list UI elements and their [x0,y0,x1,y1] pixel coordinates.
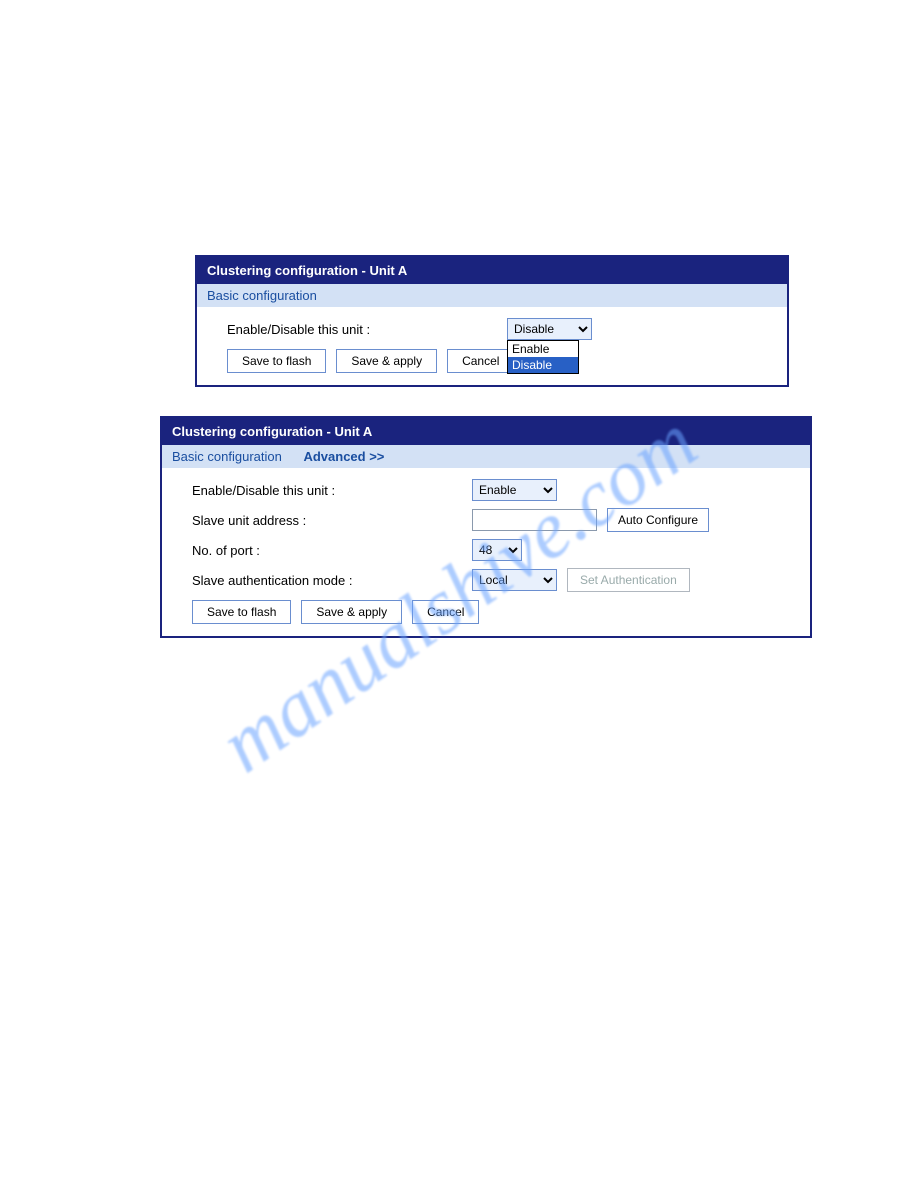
panel-title: Clustering configuration - Unit A [162,418,810,445]
cancel-button[interactable]: Cancel [412,600,479,624]
clustering-config-disabled-panel: Clustering configuration - Unit A Basic … [195,255,789,387]
enable-disable-label: Enable/Disable this unit : [192,483,472,498]
num-port-row: No. of port : 48 [192,538,790,562]
save-and-apply-button[interactable]: Save & apply [336,349,437,373]
dropdown-option-enable[interactable]: Enable [508,341,578,357]
clustering-config-enabled-panel: Clustering configuration - Unit A Basic … [160,416,812,638]
enable-disable-dropdown-list: Enable Disable [507,340,579,374]
save-to-flash-button[interactable]: Save to flash [227,349,326,373]
enable-disable-select[interactable]: Enable [472,479,557,501]
auth-mode-select[interactable]: Local [472,569,557,591]
auth-mode-label: Slave authentication mode : [192,573,472,588]
num-port-select[interactable]: 48 [472,539,522,561]
set-authentication-button: Set Authentication [567,568,690,592]
slave-address-label: Slave unit address : [192,513,472,528]
tab-advanced[interactable]: Advanced >> [303,449,384,464]
panel-title: Clustering configuration - Unit A [197,257,787,284]
cancel-button[interactable]: Cancel [447,349,514,373]
panel-body: Enable/Disable this unit : Disable Enabl… [197,307,787,385]
enable-disable-row: Enable/Disable this unit : Enable [192,478,790,502]
save-and-apply-button[interactable]: Save & apply [301,600,402,624]
subheader: Basic configuration [197,284,787,307]
auto-configure-button[interactable]: Auto Configure [607,508,709,532]
slave-address-row: Slave unit address : Auto Configure [192,508,790,532]
tab-basic[interactable]: Basic configuration [207,288,317,303]
panel-body: Enable/Disable this unit : Enable Slave … [162,468,810,636]
dropdown-option-disable[interactable]: Disable [508,357,578,373]
num-port-label: No. of port : [192,543,472,558]
save-to-flash-button[interactable]: Save to flash [192,600,291,624]
button-row: Save to flash Save & apply Cancel [192,600,790,624]
enable-disable-row: Enable/Disable this unit : Disable Enabl… [227,317,767,341]
subheader: Basic configuration Advanced >> [162,445,810,468]
slave-address-input[interactable] [472,509,597,531]
tab-basic[interactable]: Basic configuration [172,449,282,464]
enable-disable-label: Enable/Disable this unit : [227,322,507,337]
auth-mode-row: Slave authentication mode : Local Set Au… [192,568,790,592]
button-row: Save to flash Save & apply Cancel [227,349,767,373]
enable-disable-select[interactable]: Disable [507,318,592,340]
